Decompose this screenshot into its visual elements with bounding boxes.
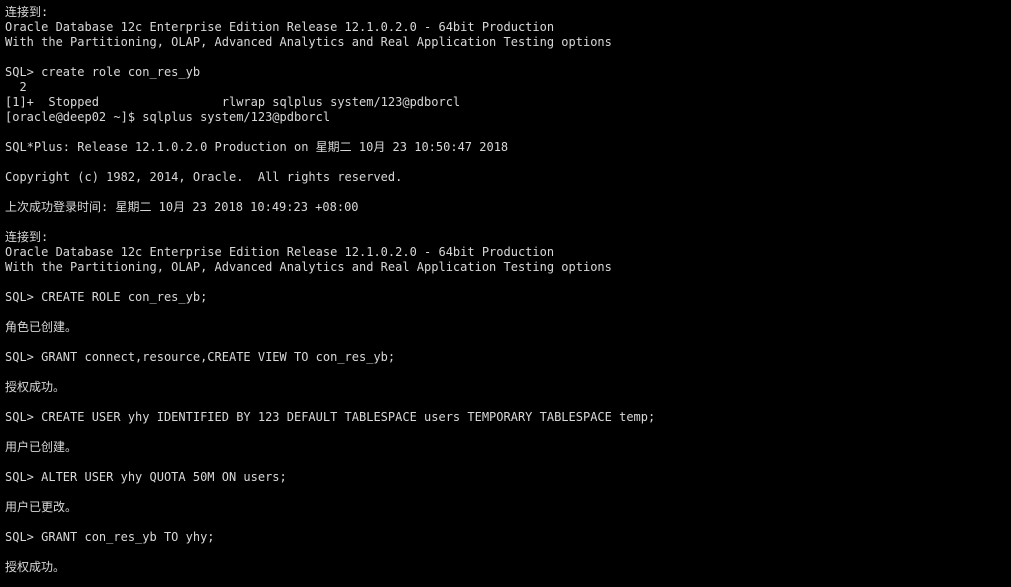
terminal-line: SQL> GRANT connect,resource,CREATE VIEW …	[5, 350, 396, 364]
terminal-line: Oracle Database 12c Enterprise Edition R…	[5, 20, 555, 34]
terminal-line: SQL*Plus: Release 12.1.0.2.0 Production …	[5, 140, 509, 154]
terminal-line: SQL> create role con_res_yb	[5, 65, 201, 79]
terminal-line: 授权成功。	[5, 380, 66, 394]
terminal-line: SQL> CREATE USER yhy IDENTIFIED BY 123 D…	[5, 410, 656, 424]
terminal-line: 连接到:	[5, 5, 49, 19]
terminal-line: With the Partitioning, OLAP, Advanced An…	[5, 260, 612, 274]
terminal-line: 角色已创建。	[5, 320, 78, 334]
terminal-line: With the Partitioning, OLAP, Advanced An…	[5, 35, 612, 49]
terminal-line: [1]+ Stopped rlwrap sqlplus system/123@p…	[5, 95, 461, 109]
terminal-line: 用户已创建。	[5, 440, 78, 454]
terminal-line: Oracle Database 12c Enterprise Edition R…	[5, 245, 555, 259]
terminal-line: [oracle@deep02 ~]$ sqlplus system/123@pd…	[5, 110, 331, 124]
terminal-output[interactable]: 连接到: Oracle Database 12c Enterprise Edit…	[0, 0, 1011, 587]
terminal-line: Copyright (c) 1982, 2014, Oracle. All ri…	[5, 170, 403, 184]
terminal-line: 2	[5, 80, 27, 94]
terminal-line: 用户已更改。	[5, 500, 78, 514]
terminal-line: 上次成功登录时间: 星期二 10月 23 2018 10:49:23 +08:0…	[5, 200, 359, 214]
terminal-line: 连接到:	[5, 230, 49, 244]
terminal-line: SQL> ALTER USER yhy QUOTA 50M ON users;	[5, 470, 287, 484]
terminal-line: SQL> CREATE ROLE con_res_yb;	[5, 290, 208, 304]
terminal-line: 授权成功。	[5, 560, 66, 574]
terminal-line: SQL> GRANT con_res_yb TO yhy;	[5, 530, 215, 544]
